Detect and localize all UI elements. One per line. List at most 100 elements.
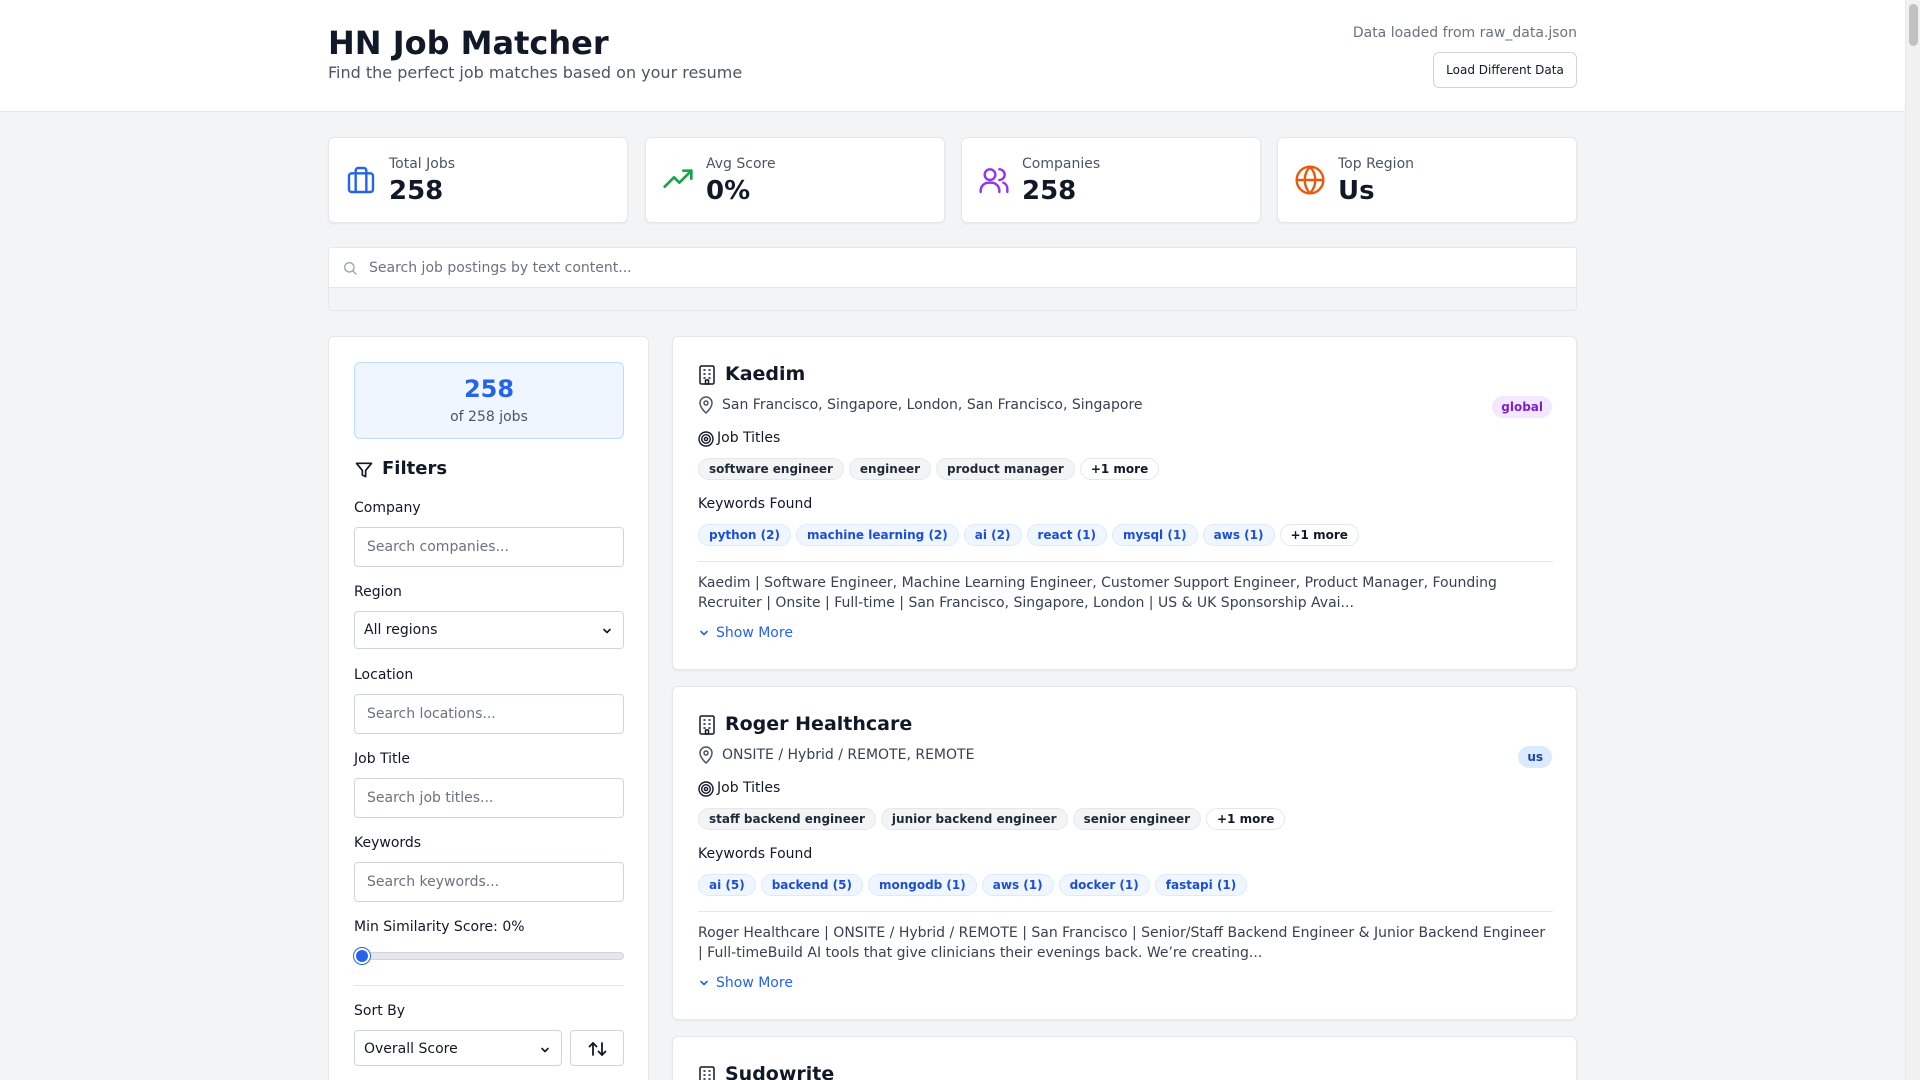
job-card[interactable]: Kaedim San Francisco, Singapore, London,…: [672, 336, 1577, 670]
show-more-label: Show More: [716, 975, 793, 991]
target-icon: [698, 781, 714, 797]
stat-card-avg-score: Avg Score 0%: [645, 137, 945, 223]
globe-icon: [1295, 165, 1325, 195]
app-title: HN Job Matcher: [328, 24, 609, 62]
stat-label: Avg Score: [706, 156, 776, 172]
job-title-tag: junior backend engineer: [880, 808, 1068, 830]
show-more-label: Show More: [716, 625, 793, 641]
keyword-tag: aws (1): [1202, 524, 1275, 546]
keyword-tags: ai (5) backend (5) mongodb (1) aws (1) d…: [698, 874, 1248, 896]
location-filter-label: Location: [354, 667, 414, 683]
keywords-filter-label: Keywords: [354, 835, 422, 851]
filters-sidebar: 258 of 258 jobs Filters Company Region A…: [328, 336, 649, 1080]
job-text-search-input[interactable]: [369, 248, 1559, 288]
job-title-filter-input[interactable]: [354, 778, 624, 818]
job-card[interactable]: Sudowrite: [672, 1036, 1577, 1080]
results-total: of 258 jobs: [450, 409, 528, 425]
chevron-down-icon: [603, 628, 611, 634]
results-count: 258: [463, 375, 515, 403]
job-title-tag: senior engineer: [1072, 808, 1201, 830]
load-different-data-button[interactable]: Load Different Data: [1433, 52, 1577, 88]
job-titles-more-tag[interactable]: +1 more: [1079, 458, 1160, 480]
keyword-tag: docker (1): [1058, 874, 1150, 896]
search-icon: [344, 262, 357, 275]
keywords-more-tag[interactable]: +1 more: [1279, 524, 1359, 546]
keyword-tag: fastapi (1): [1154, 874, 1248, 896]
min-score-slider-thumb[interactable]: [354, 948, 370, 964]
keyword-tag: aws (1): [981, 874, 1054, 896]
trending-up-icon: [663, 169, 693, 188]
card-divider: [698, 561, 1553, 562]
keywords-filter-input[interactable]: [354, 862, 624, 902]
chevron-down-icon: [700, 980, 708, 986]
company-filter-input[interactable]: [354, 527, 624, 567]
sort-by-select[interactable]: Overall Score: [354, 1030, 562, 1066]
show-more-button[interactable]: Show More: [698, 974, 793, 992]
scrollbar-thumb[interactable]: [1909, 4, 1918, 46]
sort-selected-value: Overall Score: [364, 1041, 458, 1057]
stat-value: 258: [1022, 176, 1077, 206]
region-filter-label: Region: [354, 584, 402, 600]
sort-direction-icon: [588, 1042, 607, 1056]
map-pin-icon: [699, 396, 713, 414]
stat-value: 258: [389, 176, 444, 206]
keyword-tag: mysql (1): [1112, 524, 1198, 546]
job-title-filter-label: Job Title: [354, 751, 411, 767]
job-titles-more-tag[interactable]: +1 more: [1206, 808, 1286, 830]
region-badge: us: [1518, 746, 1552, 768]
keyword-tag: backend (5): [760, 874, 863, 896]
job-card[interactable]: Roger Healthcare ONSITE / Hybrid / REMOT…: [672, 686, 1577, 1020]
building-icon: [699, 715, 715, 735]
chevron-down-icon: [541, 1047, 549, 1053]
show-more-button[interactable]: Show More: [698, 624, 793, 642]
card-divider: [698, 911, 1553, 912]
region-filter-select[interactable]: All regions: [354, 611, 624, 649]
sort-direction-button[interactable]: [570, 1030, 624, 1066]
job-titles-tags: staff backend engineer junior backend en…: [698, 808, 1286, 830]
results-count-box: 258 of 258 jobs: [354, 362, 624, 439]
app-header: HN Job Matcher Find the perfect job matc…: [0, 0, 1905, 112]
job-titles-label: Job Titles: [717, 780, 781, 796]
stat-card-total-jobs: Total Jobs 258: [328, 137, 628, 223]
job-location: ONSITE / Hybrid / REMOTE, REMOTE: [722, 747, 975, 763]
app-subtitle: Find the perfect job matches based on yo…: [328, 63, 743, 82]
filter-icon: [355, 462, 373, 478]
text-search-panel: [328, 247, 1577, 311]
min-score-slider[interactable]: [354, 952, 624, 960]
region-badge: global: [1492, 396, 1552, 418]
sort-by-label: Sort By: [354, 1003, 406, 1019]
keyword-tag: react (1): [1026, 524, 1107, 546]
map-pin-icon: [699, 746, 713, 764]
job-title-tag: staff backend engineer: [698, 808, 876, 830]
search-box: [329, 248, 1576, 288]
keyword-tag: machine learning (2): [795, 524, 959, 546]
job-title-tag: software engineer: [698, 458, 844, 480]
filters-title: Filters: [382, 458, 448, 479]
stat-label: Top Region: [1338, 156, 1415, 172]
stat-value: Us: [1338, 176, 1375, 206]
sidebar-divider: [354, 985, 624, 986]
company-name: Sudowrite: [725, 1063, 835, 1080]
stat-value: 0%: [706, 176, 751, 206]
building-icon: [699, 1066, 715, 1080]
job-titles-tags: software engineer engineer product manag…: [698, 458, 1160, 480]
keyword-tag: ai (5): [698, 874, 756, 896]
page-scrollbar[interactable]: [1905, 0, 1920, 1080]
job-title-tag: product manager: [936, 458, 1075, 480]
job-title-tag: engineer: [848, 458, 932, 480]
company-name: Kaedim: [725, 363, 806, 385]
keywords-found-label: Keywords Found: [698, 496, 813, 512]
job-location: San Francisco, Singapore, London, San Fr…: [722, 397, 1143, 413]
stat-card-top-region: Top Region Us: [1277, 137, 1577, 223]
job-description: Kaedim | Software Engineer, Machine Lear…: [698, 575, 1497, 611]
keyword-tags: python (2) machine learning (2) ai (2) r…: [698, 524, 1359, 546]
company-filter-label: Company: [354, 500, 421, 516]
location-filter-input[interactable]: [354, 694, 624, 734]
keyword-tag: python (2): [698, 524, 791, 546]
users-icon: [979, 168, 1009, 194]
keywords-found-label: Keywords Found: [698, 846, 813, 862]
chevron-down-icon: [700, 630, 708, 636]
briefcase-icon: [347, 166, 375, 194]
target-icon: [698, 431, 714, 447]
building-icon: [699, 365, 715, 385]
